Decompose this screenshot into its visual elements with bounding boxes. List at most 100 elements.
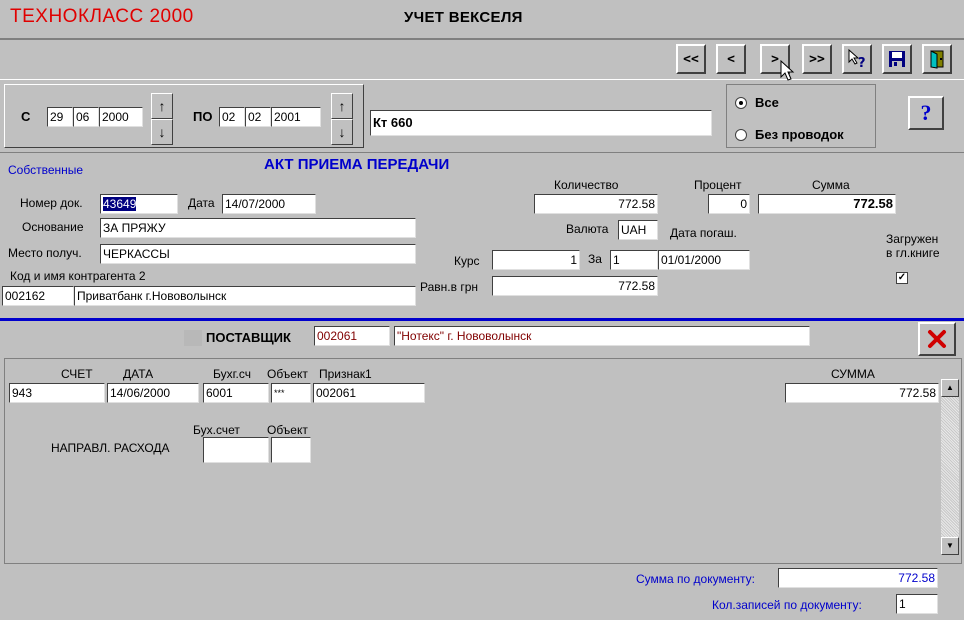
doc-date-label: Дата (188, 196, 215, 210)
due-date-field[interactable]: 01/01/2000 (658, 250, 750, 270)
radio-no-postings[interactable] (735, 128, 747, 141)
to-up-button[interactable]: ↑ (331, 93, 353, 119)
entry-account-field[interactable]: 943 (9, 383, 105, 403)
save-button[interactable] (882, 44, 912, 74)
uah-field[interactable]: 772.58 (492, 276, 658, 296)
from-up-button[interactable]: ↑ (151, 93, 173, 119)
divider (0, 152, 964, 153)
scroll-down-button[interactable]: ▼ (941, 537, 959, 555)
doc-sum-label: Сумма по документу: (636, 572, 755, 586)
records-field[interactable]: 1 (896, 594, 938, 614)
entry-object-field[interactable]: *** (271, 383, 311, 403)
delete-button[interactable] (918, 322, 956, 356)
from-down-button[interactable]: ↓ (151, 119, 173, 145)
expense-acc-field[interactable] (203, 437, 269, 463)
footer-panel: Сумма по документу: 772.58 Кол.записей п… (0, 566, 964, 620)
from-month-field[interactable]: 06 (73, 107, 99, 127)
prev-record-button[interactable]: < (716, 44, 746, 74)
filter-radio-group: Все Без проводок (726, 84, 876, 148)
filter-no-postings-option[interactable]: Без проводок (735, 127, 844, 142)
to-day-field[interactable]: 02 (219, 107, 245, 127)
sum-field[interactable]: 772.58 (758, 194, 896, 214)
entry-sign-label: Признак1 (319, 367, 372, 381)
arrow-down-icon: ↓ (158, 124, 166, 140)
contractor-name-field[interactable]: Приватбанк г.Нововолынск (74, 286, 416, 306)
expense-object-label: Объект (267, 423, 308, 437)
expense-object-field[interactable] (271, 437, 311, 463)
period-from-label: С (21, 109, 31, 124)
period-to-label: ПО (193, 109, 213, 124)
supplier-marker (184, 330, 202, 346)
ledger-checkbox[interactable]: ✓ (896, 272, 908, 284)
entry-scrollbar[interactable]: ▲ ▼ (941, 379, 959, 555)
period-panel: С 29 06 2000 ↑ ↓ ПО 02 02 2001 ↑ ↓ (4, 84, 364, 148)
place-field[interactable]: ЧЕРКАССЫ (100, 244, 416, 264)
to-year-field[interactable]: 2001 (271, 107, 321, 127)
filter-all-option[interactable]: Все (735, 95, 779, 110)
entry-sign-field[interactable]: 002061 (313, 383, 425, 403)
supplier-label: ПОСТАВЩИК (206, 330, 291, 345)
rate-field[interactable]: 1 (492, 250, 580, 270)
svg-text:?: ? (858, 56, 866, 70)
percent-field[interactable]: 0 (708, 194, 750, 214)
expense-label: НАПРАВЛ. РАСХОДА (51, 441, 170, 455)
entry-sum-label: СУММА (831, 367, 875, 381)
currency-label: Валюта (566, 222, 609, 236)
account-filter-field[interactable]: Кт 660 (370, 110, 712, 136)
entry-acc-label: Бухг.сч (213, 367, 251, 381)
due-date-label: Дата погаш. (670, 226, 737, 240)
entry-sum-field[interactable]: 772.58 (785, 383, 939, 403)
place-label: Место получ. (8, 246, 82, 260)
to-down-button[interactable]: ↓ (331, 119, 353, 145)
form-title: УЧЕТ ВЕКСЕЛЯ (404, 9, 523, 26)
mouse-cursor-icon (780, 60, 795, 81)
scroll-up-button[interactable]: ▲ (941, 379, 959, 397)
red-x-icon (928, 330, 946, 348)
entry-panel: СЧЕТ ДАТА Бухг.сч Объект Признак1 СУММА … (4, 358, 962, 564)
arrow-down-icon: ↓ (338, 124, 346, 140)
per-field[interactable]: 1 (610, 250, 658, 270)
doc-number-field[interactable]: 43649 (100, 194, 178, 214)
sum-label: Сумма (812, 178, 850, 192)
entry-acc-field[interactable]: 6001 (203, 383, 269, 403)
currency-field[interactable]: UAH (618, 220, 658, 240)
quantity-label: Количество (554, 178, 619, 192)
quantity-field[interactable]: 772.58 (534, 194, 658, 214)
uah-label: Равн.в грн (420, 280, 479, 294)
entry-date-field[interactable]: 14/06/2000 (107, 383, 199, 403)
radio-all[interactable] (735, 96, 747, 109)
app-title: ТЕХНОКЛАСС 2000 (10, 6, 194, 27)
title-bar: ТЕХНОКЛАСС 2000 УЧЕТ ВЕКСЕЛЯ (0, 0, 964, 38)
help-button[interactable]: ? (908, 96, 944, 130)
per-label: За (588, 252, 602, 266)
doc-date-field[interactable]: 14/07/2000 (222, 194, 316, 214)
rate-label: Курс (454, 254, 480, 268)
contractor-code-field[interactable]: 002162 (2, 286, 74, 306)
doc-number-label: Номер док. (20, 196, 83, 210)
exit-door-icon (930, 50, 944, 69)
ledger-label-2: в гл.книге (886, 246, 940, 260)
doc-sum-field[interactable]: 772.58 (778, 568, 938, 588)
filter-no-postings-label: Без проводок (755, 127, 844, 142)
from-day-field[interactable]: 29 (47, 107, 73, 127)
ledger-label-1: Загружен (886, 232, 939, 246)
from-year-field[interactable]: 2000 (99, 107, 143, 127)
own-label: Собственные (8, 163, 84, 177)
act-title: АКТ ПРИЕМА ПЕРЕДАЧИ (264, 156, 450, 173)
last-record-button[interactable]: >> (802, 44, 832, 74)
basis-field[interactable]: ЗА ПРЯЖУ (100, 218, 416, 238)
entry-object-label: Объект (267, 367, 308, 381)
basis-label: Основание (22, 220, 84, 234)
to-month-field[interactable]: 02 (245, 107, 271, 127)
supplier-code-field[interactable]: 002061 (314, 326, 390, 346)
arrow-up-icon: ↑ (338, 98, 346, 114)
section-divider (0, 318, 964, 321)
supplier-name-field[interactable]: "Нотекс" г. Нововолынск (394, 326, 810, 346)
doc-number-value: 43649 (103, 197, 137, 211)
help-cursor-button[interactable]: ? (842, 44, 872, 74)
expense-acc-label: Бух.счет (193, 423, 240, 437)
first-record-button[interactable]: << (676, 44, 706, 74)
entry-account-label: СЧЕТ (61, 367, 93, 381)
percent-label: Процент (694, 178, 742, 192)
exit-button[interactable] (922, 44, 952, 74)
